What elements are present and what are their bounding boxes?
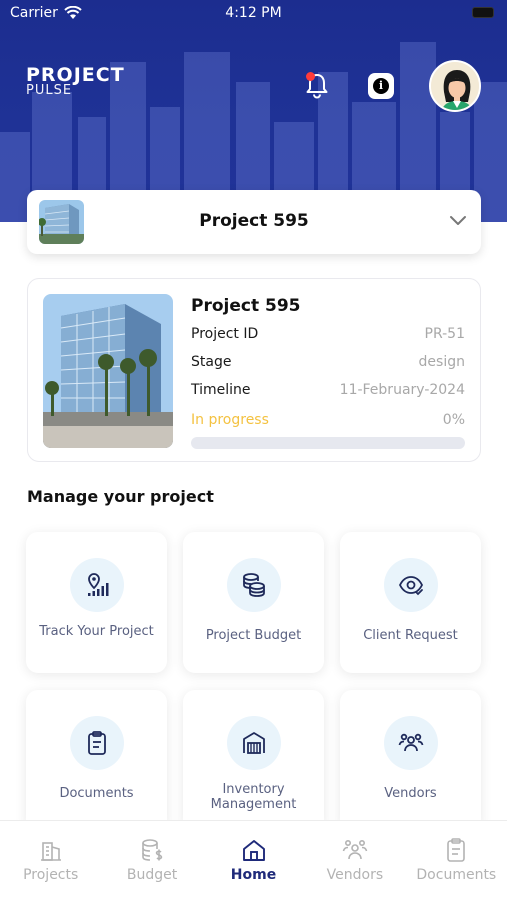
vendors-label: Vendors [384,786,437,801]
tab-vendors[interactable]: Vendors [304,821,405,900]
tab-budget-label: Budget [126,867,178,883]
selected-project-title: Project 595 [199,211,309,231]
building-icon [40,842,61,861]
project-photo [43,294,173,448]
stage-value: design [418,354,465,370]
timeline-row: Timeline 11-February-2024 [191,376,465,404]
project-id-row: Project ID PR-51 [191,320,465,348]
tab-documents[interactable]: Documents [406,821,507,900]
project-selector[interactable]: Project 595 [27,190,481,254]
project-info: Project 595 Project ID PR-51 Stage desig… [191,293,465,449]
info-icon: i [373,78,389,94]
users-group-icon [342,839,368,860]
project-summary-card[interactable]: Project 595 Project ID PR-51 Stage desig… [27,278,481,462]
progress-percent: 0% [442,412,465,428]
project-id-value: PR-51 [424,326,465,342]
bottom-tab-bar: Projects Budget Home Vendors Documents [0,820,507,900]
progress-bar [191,437,465,449]
project-budget-tile[interactable]: Project Budget [183,532,324,673]
stage-label: Stage [191,354,232,370]
home-icon [242,840,265,861]
location-signal-icon [70,558,124,612]
logo-sub-text: PULSE [26,83,73,98]
chevron-down-icon [450,216,466,225]
stage-row: Stage design [191,348,465,376]
info-button[interactable]: i [368,73,394,99]
status-row: In progress 0% [191,405,465,435]
header-banner: Carrier 4:12 PM PROJECT PULSE i [0,0,507,222]
inventory-management-label: Inventory Management [210,782,297,812]
tab-documents-label: Documents [416,867,497,883]
track-project-label: Track Your Project [39,624,154,639]
app-logo: PROJECT PULSE [26,66,125,98]
clipboard-icon [70,716,124,770]
tab-home[interactable]: Home [203,821,304,900]
eye-check-icon [384,558,438,612]
project-id-label: Project ID [191,326,259,342]
track-project-tile[interactable]: Track Your Project [26,532,167,673]
users-group-icon [384,716,438,770]
notifications-button[interactable] [302,70,332,100]
notification-dot [306,72,315,81]
tab-home-label: Home [230,867,277,883]
manage-section-title: Manage your project [27,487,214,506]
timeline-label: Timeline [191,382,251,398]
battery-icon [472,7,494,18]
documents-tile[interactable]: Documents [26,690,167,831]
tab-vendors-label: Vendors [326,867,384,883]
client-request-tile[interactable]: Client Request [340,532,481,673]
coins-stack-icon [227,558,281,612]
coins-dollar-icon [142,839,163,861]
inventory-management-tile[interactable]: Inventory Management [183,690,324,831]
project-budget-label: Project Budget [205,628,302,643]
clipboard-icon [447,838,466,862]
tab-projects-label: Projects [23,867,79,883]
status-label: In progress [191,412,269,428]
logo-main-text: PROJECT [26,64,125,86]
tab-projects[interactable]: Projects [0,821,101,900]
status-bar: Carrier 4:12 PM [0,0,507,28]
documents-label: Documents [59,786,134,801]
project-name: Project 595 [191,296,301,316]
user-avatar[interactable] [429,60,481,112]
status-time: 4:12 PM [225,5,282,21]
timeline-value: 11-February-2024 [339,382,465,398]
client-request-label: Client Request [363,628,458,643]
vendors-tile[interactable]: Vendors [340,690,481,831]
tab-budget[interactable]: Budget [101,821,202,900]
warehouse-icon [227,716,281,770]
